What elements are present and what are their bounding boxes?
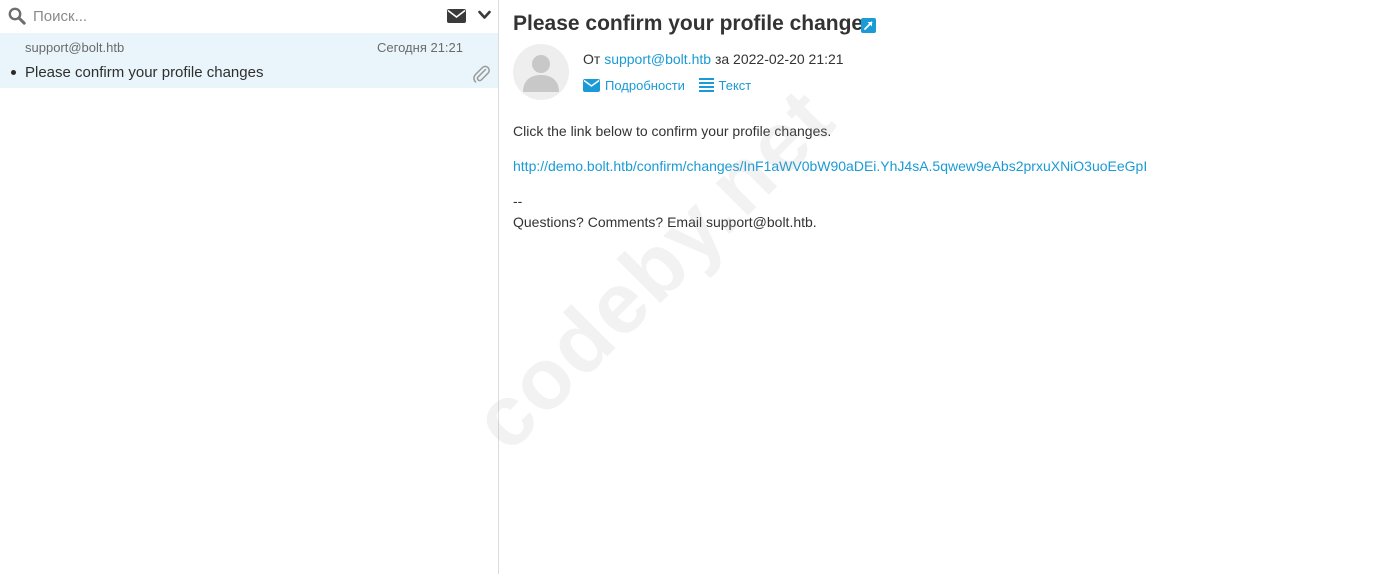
envelope-icon <box>583 78 600 92</box>
paperclip-icon <box>473 65 490 83</box>
confirm-changes-link[interactable]: http://demo.bolt.htb/confirm/changes/InF… <box>513 158 1147 174</box>
from-prefix: От <box>583 51 601 67</box>
envelope-filter-icon[interactable] <box>447 9 466 23</box>
chevron-down-icon[interactable] <box>478 10 491 20</box>
message-sender: support@bolt.htb <box>25 40 125 55</box>
plain-text-button[interactable]: Текст <box>698 77 752 93</box>
sender-email-link[interactable]: support@bolt.htb <box>604 51 711 67</box>
sender-line: От support@bolt.htb за 2022-02-20 21:21 <box>583 51 844 67</box>
search-icon[interactable] <box>8 7 26 25</box>
mail-app: support@bolt.htb Сегодня 21:21 Please co… <box>0 0 1374 574</box>
person-icon <box>523 55 559 92</box>
signature-separator: -- <box>513 193 523 209</box>
body-paragraph: Click the link below to confirm your pro… <box>513 123 832 139</box>
open-in-new-window-icon[interactable] <box>861 18 876 33</box>
unread-dot-icon <box>11 70 16 75</box>
message-datetime: 2022-02-20 21:21 <box>733 51 844 67</box>
message-list-pane: support@bolt.htb Сегодня 21:21 Please co… <box>0 0 499 574</box>
text-lines-icon <box>698 78 714 93</box>
date-prefix: за <box>714 51 730 67</box>
sender-avatar <box>513 44 569 100</box>
message-view-pane: Please confirm your profile changes От s… <box>499 0 1374 574</box>
header-actions: Подробности Текст <box>583 76 761 93</box>
signature-text: Questions? Comments? Email support@bolt.… <box>513 214 817 230</box>
text-label: Текст <box>718 77 752 93</box>
message-body: Click the link below to confirm your pro… <box>513 122 1147 232</box>
details-button[interactable]: Подробности <box>583 77 685 93</box>
search-input[interactable] <box>33 4 413 28</box>
message-list-item[interactable]: support@bolt.htb Сегодня 21:21 Please co… <box>0 33 498 88</box>
search-bar <box>0 0 498 33</box>
message-subject: Please confirm your profile changes <box>25 64 264 81</box>
details-label: Подробности <box>605 77 685 93</box>
message-subject-title: Please confirm your profile changes <box>513 12 875 35</box>
message-date: Сегодня 21:21 <box>377 40 463 55</box>
